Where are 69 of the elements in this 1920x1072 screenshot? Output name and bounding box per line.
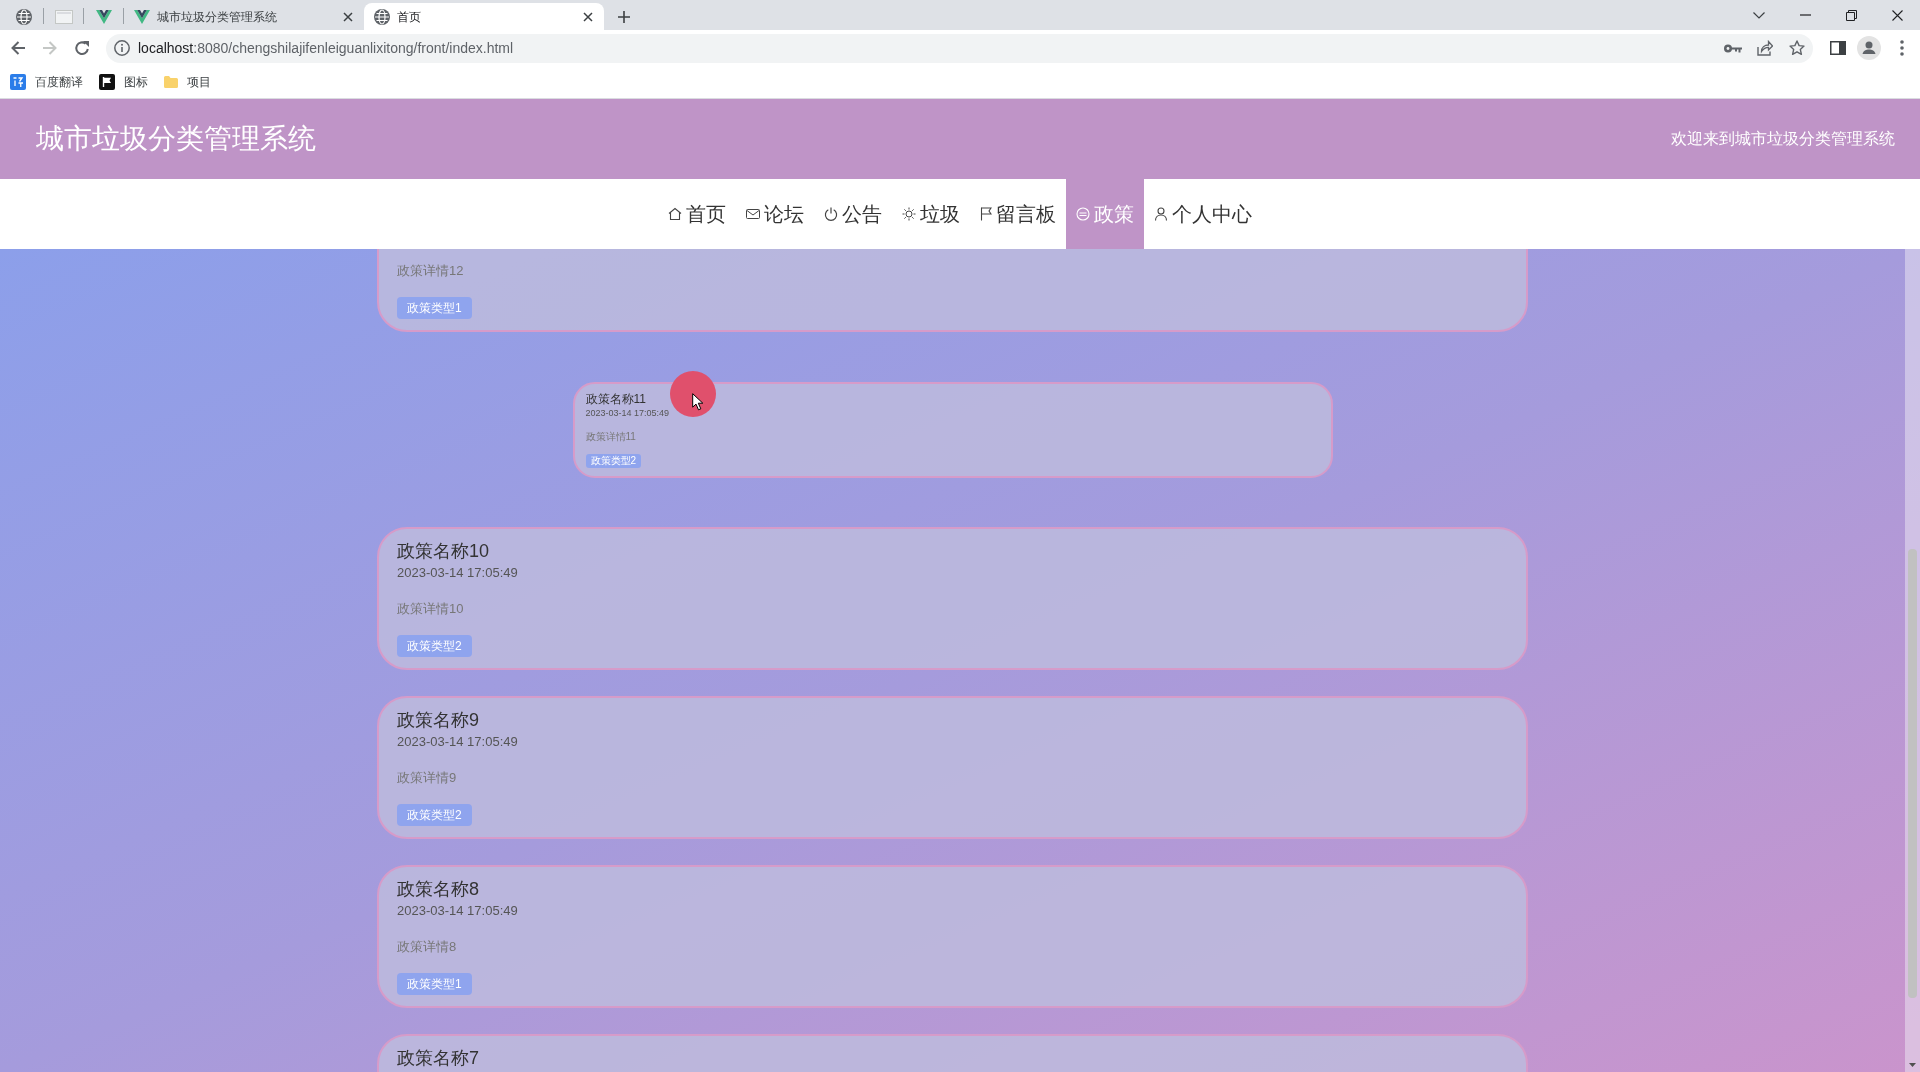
url-text[interactable]: localhost:8080/chengshilajifenleiguanlixitong/front/index.html [138, 37, 514, 59]
v-logo-icon [134, 9, 150, 24]
welcome-text: 欢迎来到城市垃圾分类管理系统 [1671, 129, 1895, 149]
policy-type-tag: 政策类型1 [397, 297, 472, 319]
flag-icon [99, 74, 115, 90]
policy-card[interactable]: 政策名称7 [377, 1034, 1528, 1072]
policy-title: 政策名称7 [397, 1047, 479, 1070]
bookmark[interactable]: 百度翻译 [10, 73, 83, 91]
close-icon[interactable] [583, 11, 593, 22]
page-icon [54, 9, 73, 24]
globe-icon [15, 8, 32, 25]
policy-date: 2023-03-14 17:05:49 [397, 902, 518, 920]
gear-icon [902, 207, 916, 221]
policy-type-tag: 政策类型2 [585, 453, 642, 468]
policy-detail: 政策详情12 [397, 262, 464, 280]
policy-date: 2023-03-14 17:05:49 [397, 733, 518, 751]
envelope-icon [746, 209, 760, 219]
policy-date: 2023-03-14 17:05:49 [585, 406, 670, 419]
chevron-down-icon[interactable] [1753, 11, 1765, 19]
policy-date: 2023-03-14 17:05:49 [397, 564, 518, 582]
home-icon [668, 207, 682, 221]
scrollbar-thumb[interactable] [1908, 549, 1917, 998]
policy-card[interactable]: 政策名称10 2023-03-14 17:05:49 政策详情10 政策类型2 [377, 527, 1528, 670]
side-panel-icon[interactable] [1830, 41, 1846, 55]
share-icon[interactable] [1757, 40, 1773, 56]
restore-icon[interactable] [1845, 9, 1857, 21]
policy-detail: 政策详情9 [397, 769, 457, 787]
policy-card[interactable]: 政策名称8 2023-03-14 17:05:49 政策详情8 政策类型1 [377, 865, 1528, 1008]
key-icon[interactable] [1724, 43, 1742, 53]
bookmark[interactable]: 项目 [164, 73, 211, 91]
back-icon[interactable] [10, 40, 26, 56]
cursor-icon [692, 393, 704, 411]
scroll-down-icon[interactable] [1909, 1063, 1916, 1067]
policy-type-tag: 政策类型2 [397, 804, 472, 826]
site-title: 城市垃圾分类管理系统 [36, 122, 316, 156]
policy-title: 政策名称10 [397, 540, 490, 563]
bookmark[interactable]: 图标 [99, 73, 148, 91]
policy-detail: 政策详情8 [397, 938, 457, 956]
user-icon [1154, 207, 1168, 221]
plus-icon[interactable] [618, 10, 630, 23]
folder-icon [164, 76, 178, 88]
address-bar[interactable]: localhost:8080/chengshilajifenleiguanlixitong/front/index.html [106, 33, 1813, 63]
more-icon[interactable] [1900, 40, 1904, 56]
list-circle-icon [1076, 207, 1090, 221]
avatar-icon[interactable] [1857, 36, 1881, 60]
browser-tab[interactable]: 城市垃圾分类管理系统 [124, 3, 364, 30]
click-highlight-icon [670, 371, 716, 417]
policy-detail: 政策详情10 [397, 600, 464, 618]
policy-title: 政策名称11 [585, 391, 646, 407]
star-icon[interactable] [1789, 40, 1805, 56]
v-logo-icon [95, 9, 112, 24]
minimize-icon[interactable] [1799, 14, 1811, 16]
globe-icon [374, 8, 390, 25]
policy-title: 政策名称8 [397, 878, 479, 901]
scrollbar-track[interactable] [1905, 249, 1920, 1072]
app-tile-icon [10, 74, 26, 90]
info-icon[interactable] [114, 40, 130, 56]
policy-detail: 政策详情11 [585, 430, 636, 443]
close-icon[interactable] [343, 11, 353, 22]
policy-title: 政策名称9 [397, 709, 479, 732]
browser-tab[interactable]: 首页 [364, 3, 604, 30]
flag-icon [980, 207, 992, 221]
power-icon [824, 207, 838, 221]
reload-icon[interactable] [74, 40, 90, 56]
policy-type-tag: 政策类型2 [397, 635, 472, 657]
policy-type-tag: 政策类型1 [397, 973, 472, 995]
close-icon[interactable] [1891, 9, 1903, 21]
policy-card[interactable]: 政策名称11 2023-03-14 17:05:49 政策详情11 政策类型2 [572, 381, 1333, 478]
policy-card[interactable]: 政策名称9 2023-03-14 17:05:49 政策详情9 政策类型2 [377, 696, 1528, 839]
